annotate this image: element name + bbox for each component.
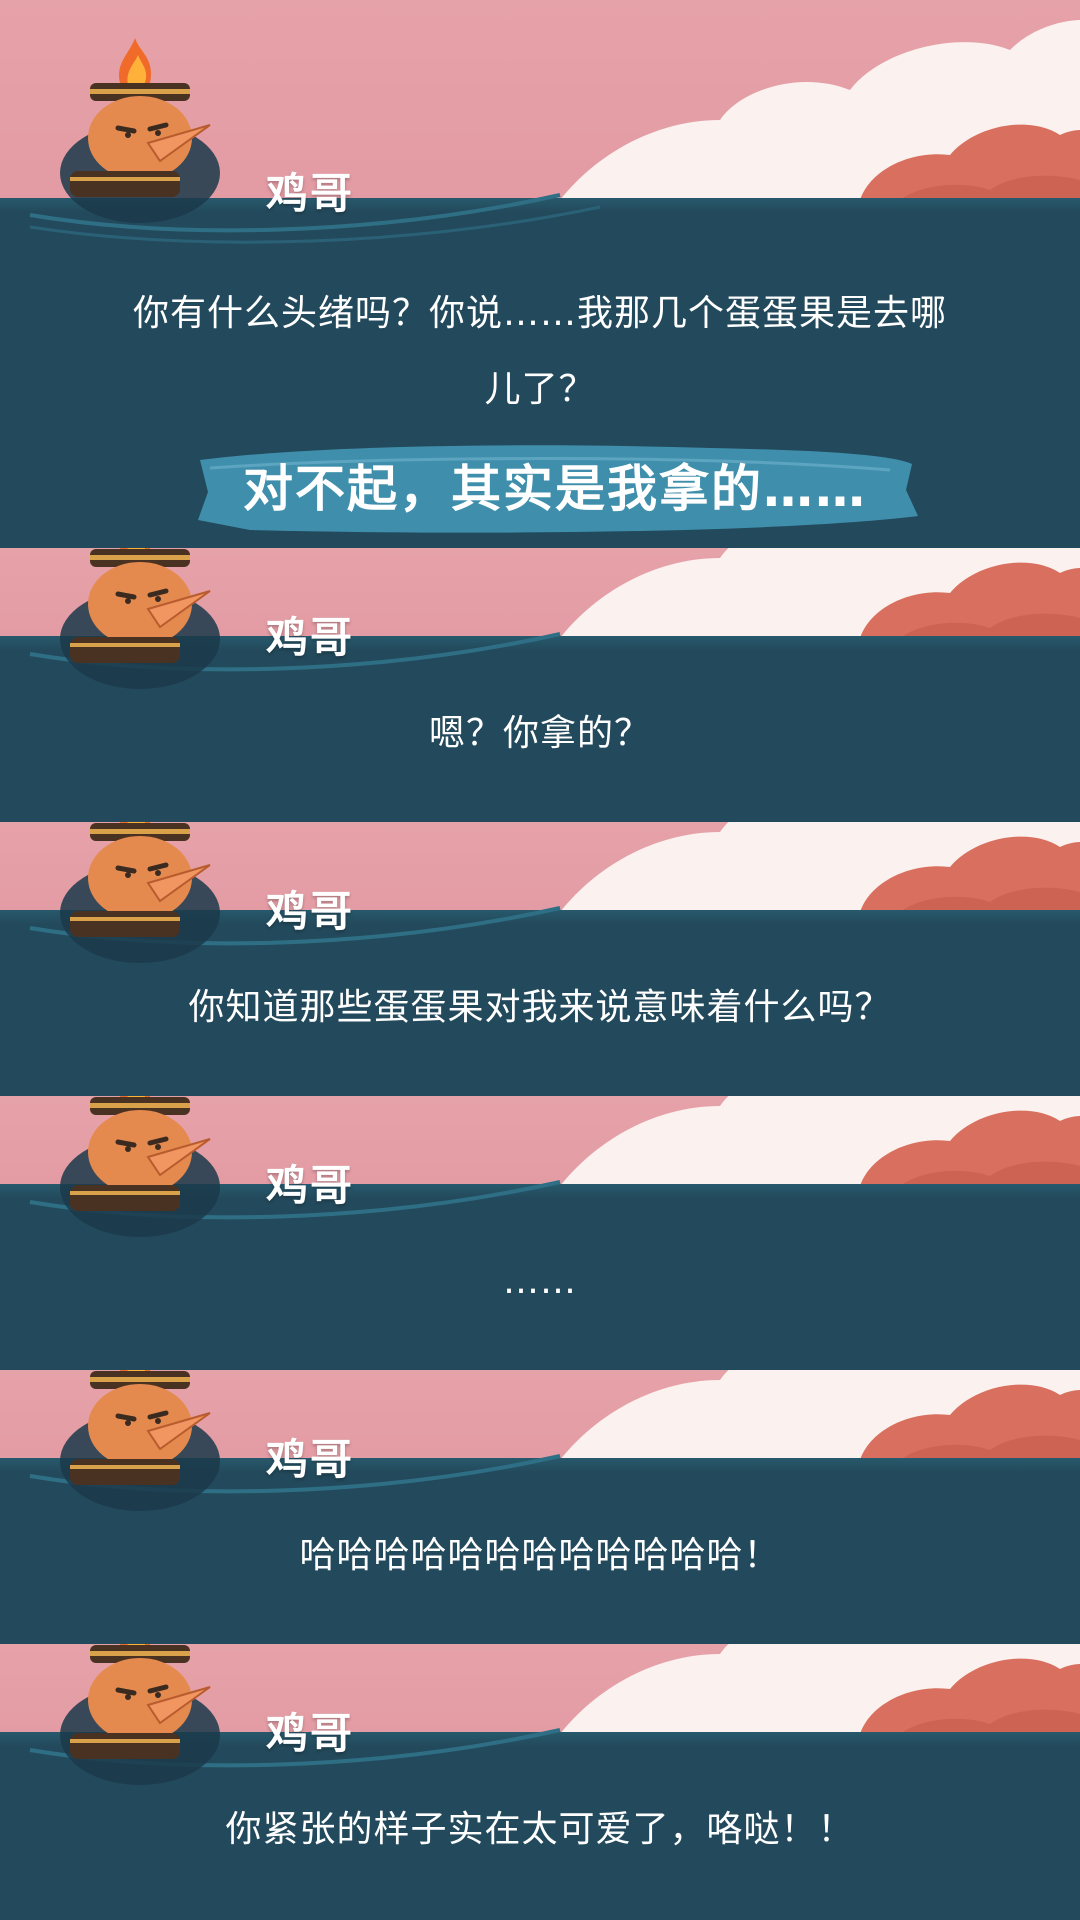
speaker-name: 鸡哥 [266,887,355,936]
dialogue-line: 哈哈哈哈哈哈哈哈哈哈哈哈！ [299,1535,781,1576]
choice-label: 对不起，其实是我拿的…… [243,460,867,518]
speaker-name: 鸡哥 [266,1435,355,1484]
chicken-avatar-icon [60,548,230,714]
dialogue-panel-6: 鸡哥 你紧张的样子实在太可爱了，咯哒！！ [0,1644,1080,1920]
dialogue-line: 你知道那些蛋蛋果对我来说意味着什么吗？ [188,987,892,1028]
dialogue-panel-1: 鸡哥 你有什么头绪吗？你说……我那几个蛋蛋果是去哪 儿了？ 对不起，其实是我拿的… [0,0,1080,548]
chicken-avatar-icon [60,1370,230,1536]
dialogue-panel-4: 鸡哥 …… [0,1096,1080,1370]
dialogue-line: 嗯？你拿的？ [428,713,651,754]
dialogue-panel-5: 鸡哥 哈哈哈哈哈哈哈哈哈哈哈哈！ [0,1370,1080,1644]
speaker-name: 鸡哥 [266,1161,355,1210]
speaker-name: 鸡哥 [266,169,355,218]
speaker-name: 鸡哥 [266,1709,355,1758]
dialogue-panel-3: 鸡哥 你知道那些蛋蛋果对我来说意味着什么吗？ [0,822,1080,1096]
dialogue-line: …… [503,1261,577,1302]
choice-option[interactable]: 对不起，其实是我拿的…… [190,440,920,538]
chicken-avatar-icon [60,18,230,238]
dialogue-panel-2: 鸡哥 嗯？你拿的？ [0,548,1080,822]
dialogue-line-continued: 儿了？ [484,369,596,410]
dialogue-line: 你紧张的样子实在太可爱了，咯哒！！ [225,1809,855,1850]
dialogue-line: 你有什么头绪吗？你说……我那几个蛋蛋果是去哪 [132,293,947,334]
chicken-avatar-icon [60,1644,230,1810]
speaker-name: 鸡哥 [266,613,355,662]
chicken-avatar-icon [60,822,230,988]
chicken-avatar-icon [60,1096,230,1262]
